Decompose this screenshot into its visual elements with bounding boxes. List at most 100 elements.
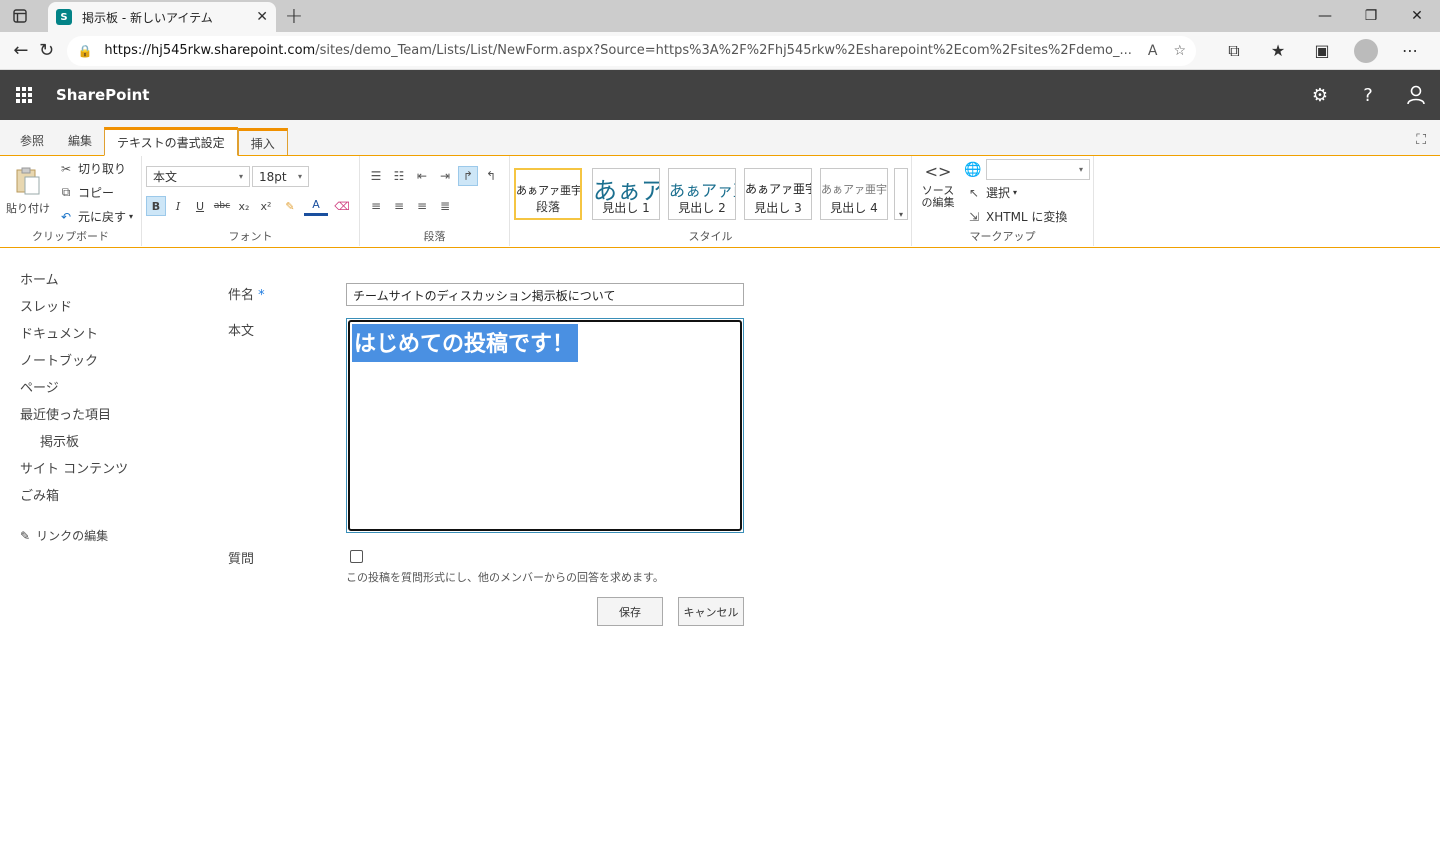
extensions-icon[interactable]: ⧉	[1212, 41, 1256, 61]
tab-browse[interactable]: 参照	[8, 128, 56, 155]
styles-more-button[interactable]: ▾	[894, 168, 908, 220]
minimize-button[interactable]: —	[1302, 0, 1348, 32]
nav-item-site-contents[interactable]: サイト コンテンツ	[20, 461, 200, 488]
convert-xhtml-button[interactable]: ⇲ XHTML に変換	[966, 208, 1067, 225]
edit-source-button[interactable]: <> ソースの編集	[916, 162, 960, 209]
favorites-icon[interactable]: ★	[1256, 41, 1300, 60]
body-text-selected[interactable]: はじめての投稿です！	[352, 324, 579, 362]
bold-button[interactable]: B	[146, 196, 166, 216]
nav-item-documents[interactable]: ドキュメント	[20, 326, 200, 353]
bullet-list-icon[interactable]: ☰	[366, 166, 386, 186]
highlight-color-icon[interactable]: ✎	[278, 196, 302, 216]
font-group: 本文 ▾ 18pt ▾ B I U abc x₂ x² ✎ A ⌫ フォント	[142, 156, 360, 246]
app-launcher-button[interactable]	[0, 70, 48, 120]
ltr-direction-icon[interactable]: ↱	[458, 166, 478, 186]
tab-actions-button[interactable]	[0, 0, 40, 32]
font-family-value: 本文	[153, 170, 178, 184]
tab-close-icon[interactable]: ✕	[256, 9, 268, 25]
focus-content-icon[interactable]: ⛶	[1416, 132, 1426, 148]
tab-actions-icon	[13, 9, 27, 23]
nav-item-home[interactable]: ホーム	[20, 272, 200, 299]
nav-item-discussion-board[interactable]: 掲示板	[20, 434, 200, 461]
new-tab-button[interactable]: +	[276, 0, 312, 32]
style-label: 見出し 1	[602, 201, 650, 215]
clear-format-icon[interactable]: ⌫	[330, 196, 354, 216]
markup-styles-select[interactable]: ▾	[986, 159, 1090, 180]
style-paragraph[interactable]: あぁアァ亜宇 段落	[514, 168, 582, 220]
read-aloud-icon[interactable]: A	[1148, 43, 1158, 59]
sharepoint-favicon-icon: S	[56, 9, 72, 25]
strikethrough-button[interactable]: abc	[212, 196, 232, 216]
font-color-icon[interactable]: A	[304, 196, 328, 216]
address-bar-row: ← ↻ 🔒 https://hj545rkw.sharepoint.com/si…	[0, 32, 1440, 70]
align-center-icon[interactable]: ≡	[389, 196, 409, 216]
numbered-list-icon[interactable]: ☷	[389, 166, 409, 186]
paste-button[interactable]: 貼り付け	[6, 166, 50, 216]
restore-button[interactable]: ❐	[1348, 0, 1394, 32]
align-left-icon[interactable]: ≡	[366, 196, 386, 216]
rtl-direction-icon[interactable]: ↰	[481, 166, 501, 186]
settings-gear-icon[interactable]: ⚙	[1296, 70, 1344, 120]
source-code-icon: <>	[924, 162, 952, 181]
copy-button[interactable]: ⧉ コピー	[58, 184, 114, 201]
select-button[interactable]: ↖ 選択 ▾	[966, 184, 1017, 201]
suite-bar-right: ⚙ ?	[1296, 70, 1440, 120]
undo-dropdown-icon: ▾	[129, 212, 134, 221]
collections-icon[interactable]: ▣	[1300, 41, 1344, 60]
cancel-button[interactable]: キャンセル	[678, 597, 744, 626]
undo-button[interactable]: ↶ 元に戻す ▾	[58, 208, 133, 225]
cursor-icon: ↖	[968, 185, 980, 200]
nav-item-pages[interactable]: ページ	[20, 380, 200, 407]
help-icon[interactable]: ?	[1344, 70, 1392, 120]
window-controls: — ❐ ✕	[1302, 0, 1440, 32]
paragraph-row-1: ☰ ☷ ⇤ ⇥ ↱ ↰	[366, 166, 501, 186]
tab-format-text[interactable]: テキストの書式設定	[104, 127, 238, 156]
style-heading-2[interactable]: あぁアァ亜 見出し 2	[668, 168, 736, 220]
indent-icon[interactable]: ⇥	[435, 166, 455, 186]
sharepoint-brand[interactable]: SharePoint	[56, 86, 149, 104]
close-window-button[interactable]: ✕	[1394, 0, 1440, 32]
style-heading-4[interactable]: あぁアァ亜宇 見出し 4	[820, 168, 888, 220]
font-size-value: 18pt	[259, 169, 287, 184]
align-right-icon[interactable]: ≡	[412, 196, 432, 216]
account-icon[interactable]	[1392, 70, 1440, 120]
style-heading-3[interactable]: あぁアァ亜宇 見出し 3	[744, 168, 812, 220]
font-family-select[interactable]: 本文 ▾	[146, 166, 250, 187]
nav-item-recent[interactable]: 最近使った項目	[20, 407, 200, 434]
edit-links-button[interactable]: ✎ リンクの編集	[20, 527, 200, 544]
justify-icon[interactable]: ≣	[435, 196, 455, 216]
underline-button[interactable]: U	[190, 196, 210, 216]
cut-button[interactable]: ✂ 切り取り	[58, 160, 126, 177]
outdent-icon[interactable]: ⇤	[412, 166, 432, 186]
url-field[interactable]: 🔒 https://hj545rkw.sharepoint.com/sites/…	[67, 35, 1196, 66]
required-mark: *	[258, 288, 265, 303]
body-editor-inner[interactable]: はじめての投稿です！	[348, 320, 742, 531]
superscript-button[interactable]: x²	[256, 196, 276, 216]
pencil-icon: ✎	[20, 528, 31, 543]
back-button[interactable]: ←	[8, 36, 34, 66]
chevron-down-icon: ▾	[1078, 165, 1083, 174]
subject-input[interactable]: チームサイトのディスカッション掲示板について	[346, 283, 744, 306]
tab-insert[interactable]: 挿入	[237, 128, 288, 155]
quick-launch-nav: ホーム スレッド ドキュメント ノートブック ページ 最近使った項目 掲示板 サ…	[20, 272, 200, 544]
browser-tab[interactable]: S 掲示板 - 新しいアイテム ✕	[48, 2, 276, 32]
nav-item-notebook[interactable]: ノートブック	[20, 353, 200, 380]
copy-label: コピー	[78, 186, 115, 200]
subscript-button[interactable]: x₂	[234, 196, 254, 216]
italic-button[interactable]: I	[168, 196, 188, 216]
save-button[interactable]: 保存	[597, 597, 663, 626]
question-checkbox[interactable]	[350, 550, 363, 563]
font-size-select[interactable]: 18pt ▾	[252, 166, 309, 187]
nav-item-recycle-bin[interactable]: ごみ箱	[20, 488, 200, 515]
language-icon[interactable]: 🌐	[964, 162, 981, 178]
body-editor[interactable]: はじめての投稿です！	[346, 318, 744, 533]
profile-avatar[interactable]	[1354, 38, 1378, 63]
add-favorite-icon[interactable]: ☆	[1173, 43, 1186, 59]
tab-edit[interactable]: 編集	[56, 128, 104, 155]
nav-item-threads[interactable]: スレッド	[20, 299, 200, 326]
more-menu-icon[interactable]: ⋯	[1388, 41, 1432, 60]
style-heading-1[interactable]: あぁア 見出し 1	[592, 168, 660, 220]
refresh-button[interactable]: ↻	[34, 36, 60, 66]
question-hint: この投稿を質問形式にし、他のメンバーからの回答を求めます。	[346, 571, 664, 584]
paragraph-group: ☰ ☷ ⇤ ⇥ ↱ ↰ ≡ ≡ ≡ ≣ 段落	[360, 156, 510, 246]
